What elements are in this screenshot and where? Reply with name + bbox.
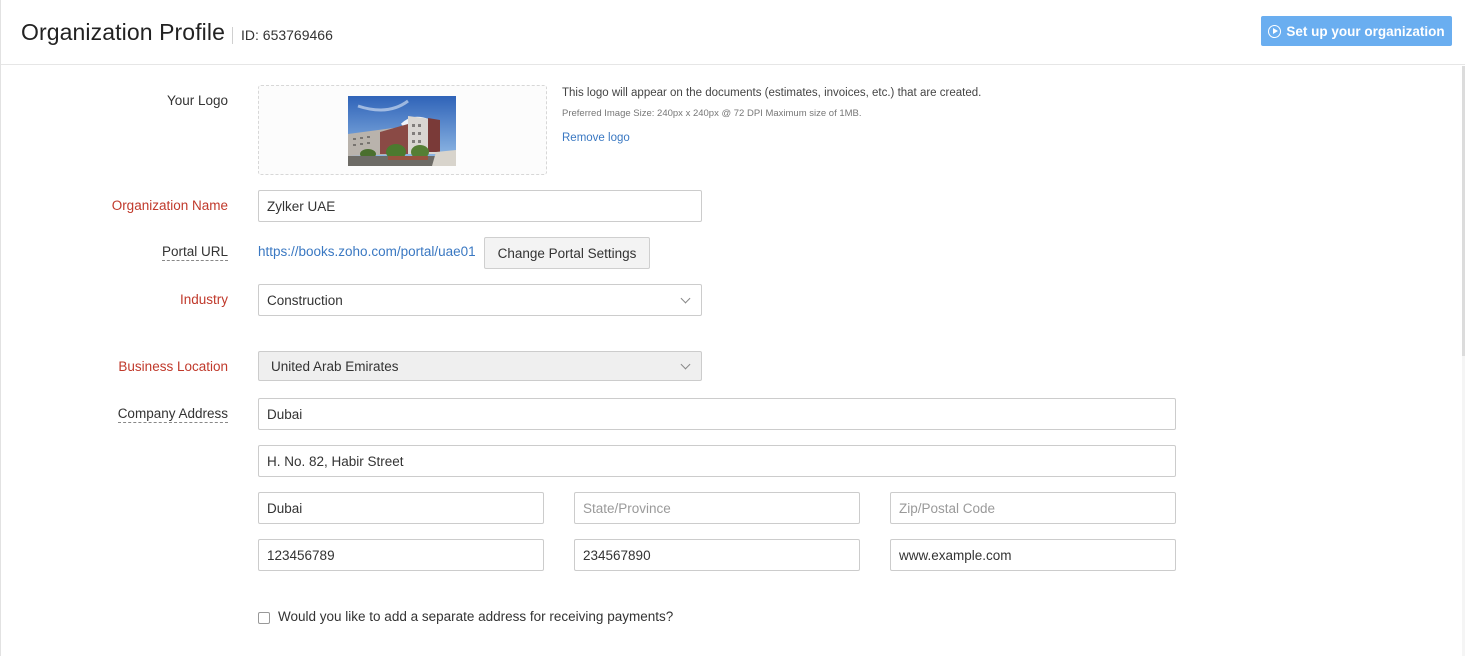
business-location-label: Business Location <box>118 359 228 374</box>
change-portal-settings-button[interactable]: Change Portal Settings <box>484 237 650 269</box>
address-street2-input[interactable] <box>258 445 1176 477</box>
organization-name-input[interactable] <box>258 190 702 222</box>
portal-url-label: Portal URL <box>161 244 228 261</box>
industry-selected-value: Construction <box>267 292 343 308</box>
logo-size-hint: Preferred Image Size: 240px x 240px @ 72… <box>562 108 862 119</box>
business-location-selected-value: United Arab Emirates <box>271 358 399 374</box>
title-separator <box>232 27 233 44</box>
setup-organization-button[interactable]: Set up your organization <box>1261 16 1452 46</box>
website-input[interactable] <box>890 539 1176 571</box>
play-circle-icon <box>1268 24 1282 38</box>
address-zip-input[interactable] <box>890 492 1176 524</box>
industry-label: Industry <box>179 292 228 307</box>
logo-label: Your Logo <box>166 93 228 108</box>
organization-name-label: Organization Name <box>111 198 228 213</box>
organization-id: ID: 653769466 <box>241 27 333 43</box>
page-title: Organization Profile <box>21 19 225 45</box>
separate-payment-address-checkbox[interactable] <box>258 612 270 624</box>
business-location-select[interactable]: United Arab Emirates <box>258 351 702 381</box>
portal-url-link[interactable]: https://books.zoho.com/portal/uae01 <box>258 244 476 259</box>
fax-input[interactable] <box>574 539 860 571</box>
logo-image <box>348 96 456 166</box>
separate-payment-address-label[interactable]: Would you like to add a separate address… <box>278 609 673 624</box>
phone-input[interactable] <box>258 539 544 571</box>
industry-select[interactable]: Construction <box>258 284 702 316</box>
chevron-down-icon <box>680 293 691 304</box>
chevron-down-icon <box>680 359 691 370</box>
setup-organization-label: Set up your organization <box>1286 23 1445 39</box>
remove-logo-link[interactable]: Remove logo <box>562 132 630 144</box>
company-address-label: Company Address <box>117 406 228 423</box>
address-street1-input[interactable] <box>258 398 1176 430</box>
logo-note: This logo will appear on the documents (… <box>562 87 982 99</box>
address-city-input[interactable] <box>258 492 544 524</box>
logo-upload-area[interactable] <box>258 85 547 175</box>
address-state-input[interactable] <box>574 492 860 524</box>
page-header: Organization Profile ID: 653769466 Set u… <box>1 0 1465 65</box>
